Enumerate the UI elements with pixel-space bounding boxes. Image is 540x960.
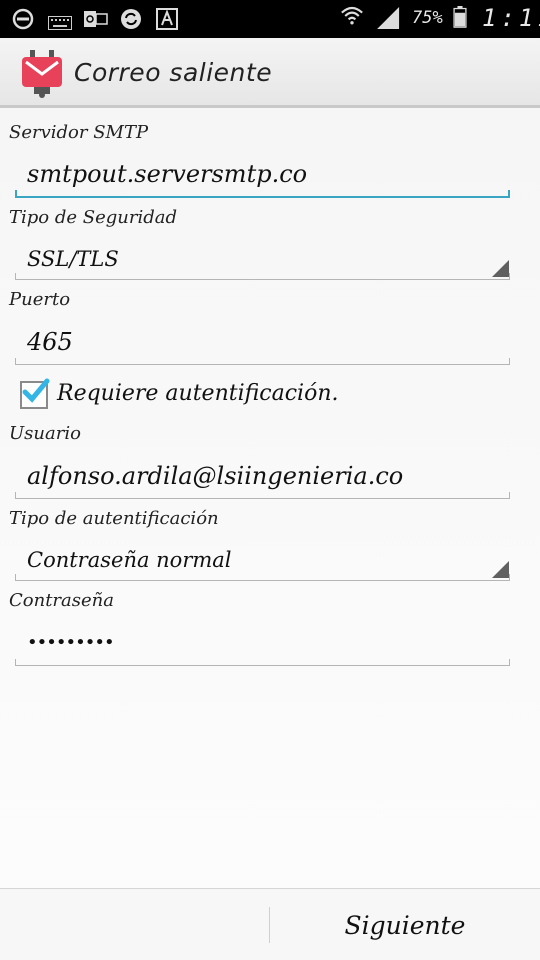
smtp-server-input[interactable]: smtpout.serversmtp.co	[15, 154, 510, 198]
username-input[interactable]: alfonso.ardila@lsiingenieria.co	[15, 455, 510, 499]
battery-percent: 75%	[412, 8, 443, 28]
security-type-label: Tipo de Seguridad	[9, 207, 177, 228]
keyboard-icon	[48, 16, 72, 30]
clock: 1:11	[482, 4, 540, 32]
k9-mail-icon[interactable]	[20, 50, 64, 98]
auth-type-label: Tipo de autentificación	[9, 508, 219, 529]
page-title: Correo saliente	[74, 58, 273, 87]
security-type-value: SSL/TLS	[27, 247, 119, 271]
auth-type-value: Contraseña normal	[27, 548, 232, 572]
bottom-button-bar: Siguiente	[0, 888, 540, 960]
smtp-server-value: smtpout.serversmtp.co	[27, 160, 308, 188]
auth-type-spinner[interactable]: Contraseña normal	[15, 537, 510, 581]
action-bar: Correo saliente	[0, 38, 540, 108]
port-input[interactable]: 465	[15, 321, 510, 365]
battery-icon	[453, 6, 467, 28]
port-value: 465	[27, 328, 73, 356]
checkmark-icon	[22, 378, 50, 403]
security-type-spinner[interactable]: SSL/TLS	[15, 236, 510, 280]
status-bar: 75% 1:11	[0, 0, 540, 38]
require-auth-label[interactable]: Requiere autentificación.	[57, 381, 339, 406]
smtp-server-label: Servidor SMTP	[9, 122, 149, 143]
username-value: alfonso.ardila@lsiingenieria.co	[27, 462, 404, 490]
password-label: Contraseña	[9, 590, 114, 611]
next-button[interactable]: Siguiente	[270, 889, 540, 960]
port-label: Puerto	[9, 289, 71, 310]
require-auth-checkbox[interactable]	[20, 378, 50, 409]
font-icon	[156, 8, 178, 30]
password-value: •••••••••	[27, 632, 115, 653]
dropdown-arrow-icon	[492, 260, 509, 277]
block-icon	[12, 8, 34, 30]
username-label: Usuario	[9, 423, 81, 444]
password-input[interactable]: •••••••••	[15, 622, 510, 666]
outlook-icon	[84, 11, 108, 27]
sync-icon	[121, 9, 141, 29]
dropdown-arrow-icon	[492, 561, 509, 578]
signal-icon	[377, 7, 400, 29]
wifi-icon	[341, 6, 363, 25]
